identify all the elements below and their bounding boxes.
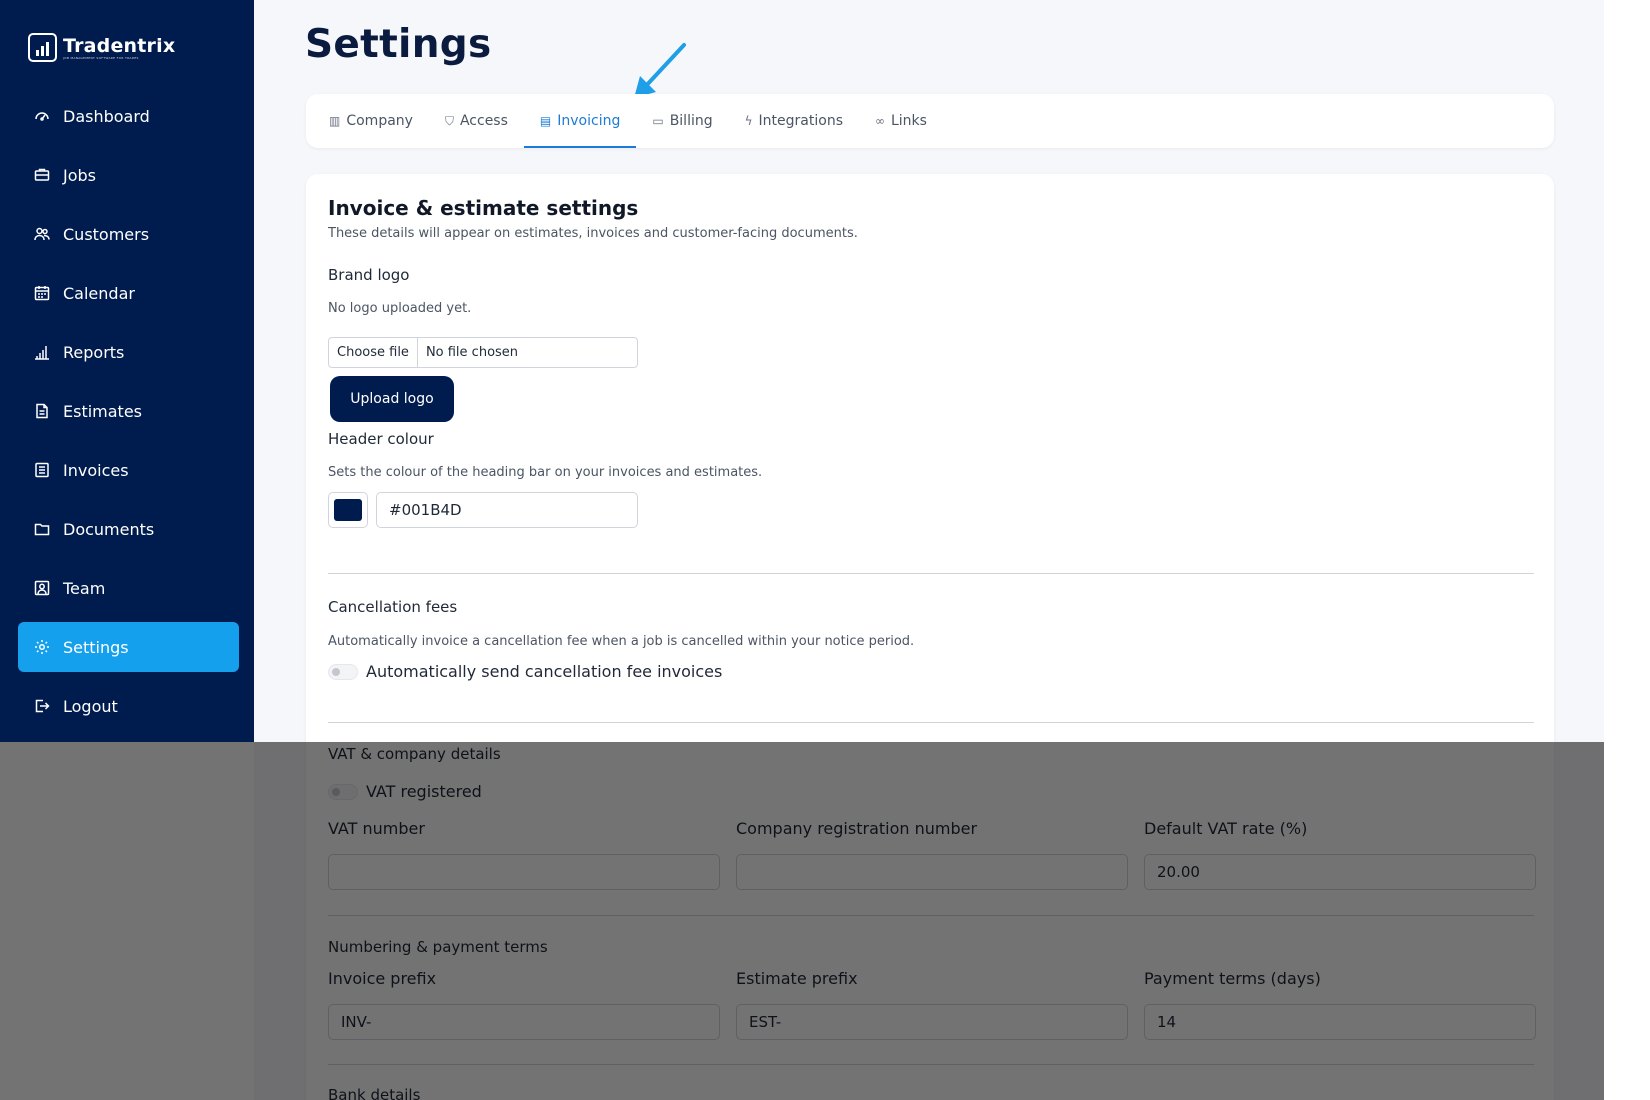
tab-company[interactable]: ▥ Company: [313, 94, 429, 148]
brand-mark-icon: [28, 33, 57, 62]
sidebar-item-documents[interactable]: Documents: [18, 504, 239, 554]
vat-toggle-label: VAT registered: [366, 782, 482, 801]
sidebar-item-label: Calendar: [63, 283, 135, 303]
sidebar-item-dashboard[interactable]: Dashboard: [18, 91, 239, 141]
card-title: Invoice & estimate settings: [328, 196, 639, 220]
sidebar: Tradentrix JOB MANAGEMENT SOFTWARE FOR T…: [0, 0, 254, 742]
brand-tagline: JOB MANAGEMENT SOFTWARE FOR TRADES: [63, 55, 139, 60]
section-divider: [328, 573, 1534, 574]
numbering-section-label: Numbering & payment terms: [328, 938, 548, 956]
calendar-icon: [33, 285, 50, 302]
sidebar-nav: Dashboard Jobs Customers Calendar Report…: [18, 91, 239, 740]
colour-swatch: [334, 499, 362, 521]
header-colour-description: Sets the colour of the heading bar on yo…: [328, 465, 763, 480]
logout-icon: [33, 698, 50, 715]
file-input[interactable]: Choose file No file chosen: [328, 337, 638, 368]
default-vat-rate-label: Default VAT rate (%): [1144, 819, 1308, 838]
card-subtitle: These details will appear on estimates, …: [328, 226, 858, 241]
company-reg-input[interactable]: [736, 854, 1128, 890]
building-icon: ▥: [329, 114, 341, 128]
brand-logo-label: Brand logo: [328, 266, 410, 284]
section-divider: [328, 1064, 1534, 1065]
bank-details-label: Bank details: [328, 1086, 421, 1100]
users-icon: [33, 226, 50, 243]
cancellation-toggle[interactable]: [328, 663, 358, 680]
main-content: Settings ▥ Company ⛉ Access ▤ Invoicing …: [254, 0, 1604, 1100]
sidebar-item-label: Dashboard: [63, 106, 150, 126]
cancellation-toggle-row: Automatically send cancellation fee invo…: [328, 662, 722, 681]
cancellation-fees-description: Automatically invoice a cancellation fee…: [328, 634, 915, 649]
tab-integrations[interactable]: ϟ Integrations: [729, 94, 859, 148]
sidebar-item-calendar[interactable]: Calendar: [18, 268, 239, 318]
vat-number-input[interactable]: [328, 854, 720, 890]
estimate-prefix-label: Estimate prefix: [736, 969, 858, 988]
plug-icon: ϟ: [744, 114, 753, 128]
header-colour-label: Header colour: [328, 430, 434, 448]
section-divider: [328, 722, 1534, 723]
right-margin: [1604, 0, 1650, 1100]
estimate-prefix-input[interactable]: EST-: [736, 1004, 1128, 1040]
sidebar-item-label: Jobs: [63, 165, 96, 185]
dashboard-icon: [33, 108, 50, 125]
cancellation-fees-label: Cancellation fees: [328, 598, 458, 616]
shield-icon: ⛉: [444, 113, 454, 128]
tab-billing[interactable]: ▭ Billing: [636, 94, 728, 148]
invoice-icon: [33, 462, 50, 479]
sidebar-item-label: Documents: [63, 519, 155, 539]
upload-logo-button[interactable]: Upload logo: [330, 376, 454, 422]
sidebar-item-customers[interactable]: Customers: [18, 209, 239, 259]
tab-invoicing[interactable]: ▤ Invoicing: [523, 94, 637, 148]
brand-logo-status: No logo uploaded yet.: [328, 301, 472, 316]
choose-file-button[interactable]: Choose file: [329, 338, 418, 367]
vat-section-label: VAT & company details: [328, 745, 501, 763]
payment-terms-label: Payment terms (days): [1144, 969, 1321, 988]
sidebar-item-jobs[interactable]: Jobs: [18, 150, 239, 200]
colour-picker[interactable]: [328, 492, 368, 528]
vat-number-label: VAT number: [328, 819, 425, 838]
invoice-prefix-label: Invoice prefix: [328, 969, 437, 988]
sidebar-item-invoices[interactable]: Invoices: [18, 445, 239, 495]
hex-colour-input[interactable]: #001B4D: [376, 492, 638, 528]
vat-toggle-row: VAT registered: [328, 782, 482, 801]
settings-tabs: ▥ Company ⛉ Access ▤ Invoicing ▭ Billing…: [306, 94, 1554, 148]
file-status: No file chosen: [425, 345, 519, 360]
tab-links[interactable]: ∞ Links: [859, 94, 943, 148]
sidebar-item-team[interactable]: Team: [18, 563, 239, 613]
vat-registered-toggle[interactable]: [328, 783, 358, 800]
payment-terms-input[interactable]: 14: [1144, 1004, 1536, 1040]
bar-chart-icon: [33, 344, 50, 361]
sidebar-item-estimates[interactable]: Estimates: [18, 386, 239, 436]
company-reg-label: Company registration number: [736, 819, 978, 838]
sidebar-item-reports[interactable]: Reports: [18, 327, 239, 377]
invoice-icon: ▤: [539, 114, 552, 128]
sidebar-item-settings[interactable]: Settings: [18, 622, 239, 672]
sidebar-item-label: Logout: [63, 696, 118, 716]
invoice-settings-card: Invoice & estimate settings These detail…: [306, 174, 1554, 1100]
briefcase-icon: [33, 167, 50, 184]
section-divider: [328, 915, 1534, 916]
card-icon: ▭: [652, 114, 664, 128]
gear-icon: [33, 639, 50, 656]
default-vat-rate-input[interactable]: 20.00: [1144, 854, 1536, 890]
page-title: Settings: [305, 22, 492, 67]
folder-icon: [33, 521, 50, 538]
cancellation-toggle-label: Automatically send cancellation fee invo…: [366, 662, 723, 681]
file-icon: [33, 403, 50, 420]
sidebar-item-label: Estimates: [63, 401, 143, 421]
invoice-prefix-input[interactable]: INV-: [328, 1004, 720, 1040]
annotation-arrow-icon: [634, 43, 686, 98]
link-icon: ∞: [874, 114, 885, 128]
sidebar-item-label: Invoices: [63, 460, 129, 480]
sidebar-item-label: Reports: [63, 342, 125, 362]
tab-access[interactable]: ⛉ Access: [429, 94, 524, 148]
team-icon: [33, 580, 50, 597]
brand-logo[interactable]: Tradentrix JOB MANAGEMENT SOFTWARE FOR T…: [28, 33, 175, 62]
sidebar-item-label: Customers: [63, 224, 150, 244]
brand-name: Tradentrix: [63, 34, 176, 57]
sidebar-item-label: Settings: [63, 637, 129, 657]
sidebar-item-logout[interactable]: Logout: [18, 681, 239, 731]
sidebar-item-label: Team: [63, 578, 106, 598]
